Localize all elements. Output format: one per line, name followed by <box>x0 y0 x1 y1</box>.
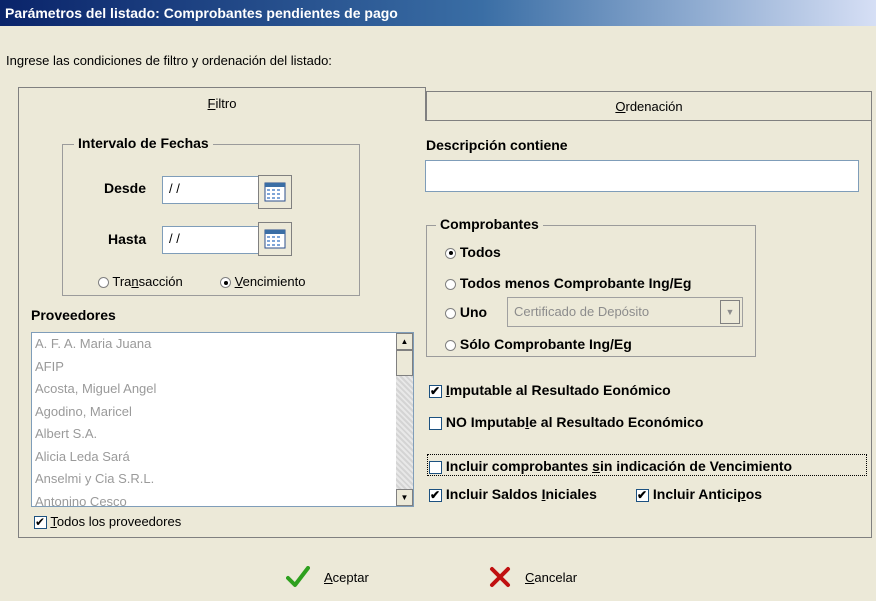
radio-circle <box>98 277 109 289</box>
radio-circle <box>445 339 456 351</box>
x-icon <box>490 567 510 587</box>
comprobante-select[interactable]: Certificado de Depósito <box>507 297 743 327</box>
list-item[interactable]: AFIP <box>32 356 413 379</box>
radio-todos[interactable]: Todos <box>445 244 501 260</box>
radio-circle <box>220 277 231 289</box>
tab-filtro[interactable]: Filtro <box>18 87 426 121</box>
window-title: Parámetros del listado: Comprobantes pen… <box>0 0 876 26</box>
aceptar-button[interactable]: Aceptar <box>286 566 369 588</box>
saldos-iniciales-checkbox[interactable]: Incluir Saldos Iniciales <box>429 486 597 503</box>
calendar-icon <box>264 229 286 249</box>
hasta-label: Hasta <box>108 231 147 247</box>
desde-label: Desde <box>104 180 147 196</box>
checkbox-box <box>636 487 649 503</box>
proveedores-label: Proveedores <box>31 307 116 323</box>
checkbox-box <box>429 460 442 474</box>
radio-uno[interactable]: Uno <box>445 304 487 320</box>
checkbox-box <box>429 487 442 503</box>
scroll-up-button[interactable]: ▲ <box>396 333 413 350</box>
scroll-thumb[interactable] <box>396 350 413 376</box>
radio-vencimiento[interactable]: Vencimiento <box>220 274 305 289</box>
anticipos-checkbox[interactable]: Incluir Anticipos <box>636 486 762 503</box>
chevron-down-icon[interactable]: ▼ <box>720 300 740 324</box>
radio-circle <box>445 278 456 290</box>
desde-calendar-button[interactable] <box>258 175 292 209</box>
list-item[interactable]: Antonino Cesco <box>32 491 413 507</box>
checkbox-box <box>429 383 442 399</box>
hasta-input[interactable]: / / <box>162 226 260 254</box>
radio-circle <box>445 307 456 319</box>
no-imputable-checkbox[interactable]: NO Imputable al Resultado Económico <box>429 414 703 430</box>
checkbox-box <box>34 514 47 530</box>
radio-transaccion[interactable]: Transacción <box>98 274 183 289</box>
calendar-icon <box>264 182 286 202</box>
hasta-calendar-button[interactable] <box>258 222 292 256</box>
list-item[interactable]: A. F. A. Maria Juana <box>32 333 413 356</box>
imputable-checkbox[interactable]: Imputable al Resultado Eonómico <box>429 382 671 399</box>
radio-circle <box>445 247 456 259</box>
checkmark-icon <box>286 566 310 587</box>
radio-todos-menos[interactable]: Todos menos Comprobante Ing/Eg <box>445 275 691 291</box>
radio-solo[interactable]: Sólo Comprobante Ing/Eg <box>445 336 632 352</box>
list-item[interactable]: Acosta, Miguel Angel <box>32 378 413 401</box>
sin-vencimiento-checkbox[interactable]: Incluir comprobantes sin indicación de V… <box>427 454 867 476</box>
proveedores-list[interactable]: A. F. A. Maria Juana AFIP Acosta, Miguel… <box>31 332 414 507</box>
fechas-legend: Intervalo de Fechas <box>74 135 213 151</box>
descripcion-label: Descripción contiene <box>426 137 568 153</box>
scroll-down-button[interactable]: ▼ <box>396 489 413 506</box>
list-item[interactable]: Alicia Leda Sará <box>32 446 413 469</box>
list-item[interactable]: Agodino, Maricel <box>32 401 413 424</box>
desde-input[interactable]: / / <box>162 176 260 204</box>
descripcion-input[interactable] <box>425 160 859 192</box>
tab-ordenacion[interactable]: Ordenación <box>426 91 872 121</box>
select-value: Certificado de Depósito <box>514 304 650 319</box>
instructions-text: Ingrese las condiciones de filtro y orde… <box>6 53 332 68</box>
todos-proveedores-checkbox[interactable]: Todos los proveedores <box>34 514 181 530</box>
list-item[interactable]: Anselmi y Cia S.R.L. <box>32 468 413 491</box>
list-item[interactable]: Albert S.A. <box>32 423 413 446</box>
checkbox-box <box>429 416 442 430</box>
comprobantes-legend: Comprobantes <box>436 216 543 232</box>
cancelar-button[interactable]: Cancelar <box>489 566 577 588</box>
